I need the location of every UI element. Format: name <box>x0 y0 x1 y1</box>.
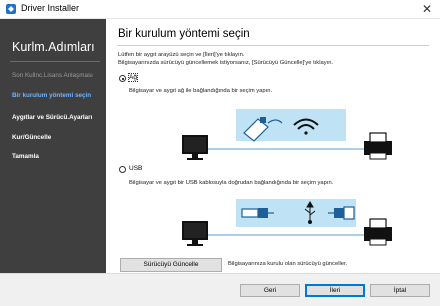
app-icon <box>6 4 16 14</box>
instructions: Lütfen bir aygıt arayüzü seçin ve [İleri… <box>118 51 333 67</box>
monitor-icon <box>182 221 208 246</box>
sidebar: Kurlm.Adımları Son Kullnc.Lisans Anlaşma… <box>0 19 106 273</box>
printer-icon <box>364 218 392 246</box>
sidebar-step-license: Son Kullnc.Lisans Anlaşması <box>12 72 93 79</box>
sidebar-step-device-settings: Aygıtlar ve Sürücü.Ayarları <box>12 114 93 121</box>
sidebar-divider <box>10 61 100 62</box>
page-title: Bir kurulum yöntemi seçin <box>118 28 250 40</box>
instruction-line-2: Bilgisayarınızda sürücüyü güncellemek is… <box>118 60 334 66</box>
update-driver-hint: Bilgisayarınıza kurulu olan sürücüyü gün… <box>228 261 348 267</box>
usb-radio[interactable] <box>119 166 126 173</box>
network-radio-label[interactable]: Ağ <box>128 73 138 82</box>
cancel-button[interactable]: İptal <box>370 284 430 297</box>
next-button[interactable]: İleri <box>305 284 365 297</box>
window-title: Driver Installer <box>21 3 80 13</box>
usb-illustration <box>182 199 392 246</box>
update-driver-button[interactable]: Sürücüyü Güncelle <box>120 258 222 272</box>
back-button[interactable]: Geri <box>240 284 300 297</box>
sidebar-title: Kurlm.Adımları <box>12 40 95 54</box>
close-icon[interactable]: ✕ <box>414 0 440 18</box>
main-panel: Bir kurulum yöntemi seçin Lütfen bir ayg… <box>106 19 440 273</box>
network-radio[interactable] <box>119 75 126 82</box>
printer-icon <box>364 132 392 160</box>
sidebar-step-finish: Tamamla <box>12 153 39 160</box>
network-description: Bilgisayar ve aygıt ağ ile bağlandığında… <box>129 88 273 94</box>
title-bar: Driver Installer ✕ <box>0 0 440 19</box>
sidebar-step-install-method: Bir kurulum yöntemi seçin <box>12 92 92 99</box>
monitor-icon <box>182 135 208 160</box>
usb-description: Bilgisayar ve aygıt bir USB kablosuyla d… <box>129 180 334 186</box>
sidebar-step-install-update: Kur/Güncelle <box>12 134 52 141</box>
heading-divider <box>117 45 429 46</box>
network-illustration <box>182 109 392 160</box>
instruction-line-1: Lütfen bir aygıt arayüzü seçin ve [İleri… <box>118 52 245 58</box>
usb-radio-label[interactable]: USB <box>129 165 142 172</box>
